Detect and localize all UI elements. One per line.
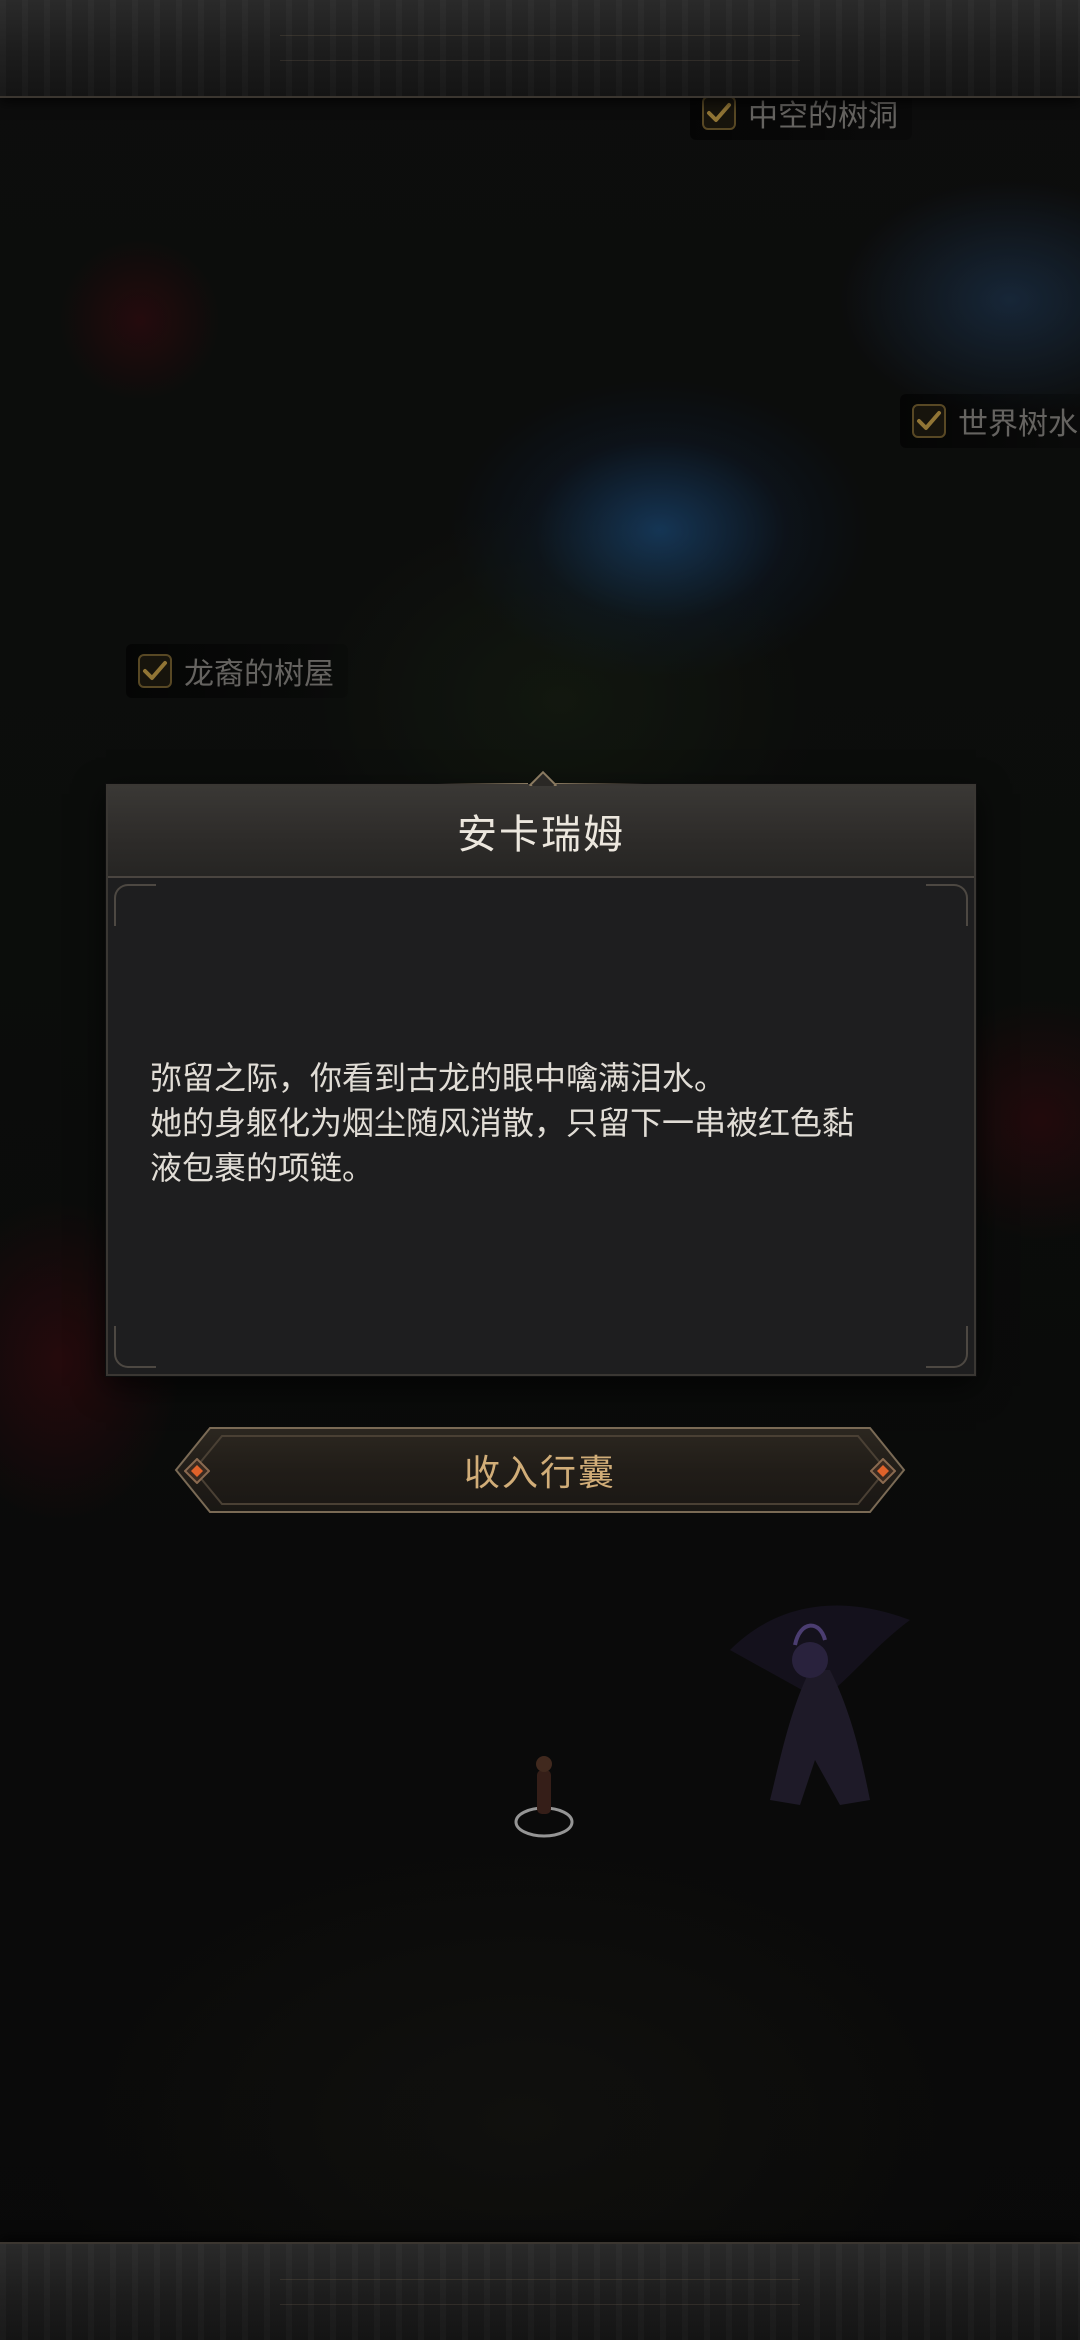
frame-ornament — [280, 2279, 800, 2305]
collect-button-label: 收入行囊 — [463, 1453, 616, 1494]
collect-button[interactable]: 收入行囊 — [170, 1422, 910, 1518]
header-ornament-line — [554, 783, 644, 784]
header-ornament-line — [438, 783, 528, 784]
event-dialog: 安卡瑞姆 弥留之际，你看到古龙的眼中噙满泪水。 她的身躯化为烟尘随风消散，只留下… — [106, 770, 976, 1376]
corner-ornament — [926, 884, 968, 926]
top-frame — [0, 0, 1080, 98]
dialog-body-line: 液包裹的项链。 — [150, 1149, 375, 1187]
dialog-header: 安卡瑞姆 — [108, 786, 974, 878]
game-screen: 中空的树洞 世界树水 龙裔的树屋 安卡瑞姆 弥留之际，你看到古龙的眼中噙满泪水。… — [0, 0, 1080, 2340]
dialog-title: 安卡瑞姆 — [457, 812, 625, 858]
corner-ornament — [114, 884, 156, 926]
dialog-body-line: 弥留之际，你看到古龙的眼中噙满泪水。 — [150, 1059, 727, 1097]
corner-ornament — [926, 1326, 968, 1368]
bottom-frame — [0, 2242, 1080, 2340]
frame-ornament — [280, 35, 800, 61]
dialog-body: 弥留之际，你看到古龙的眼中噙满泪水。 她的身躯化为烟尘随风消散，只留下一串被红色… — [150, 1056, 940, 1191]
dialog-body-line: 她的身躯化为烟尘随风消散，只留下一串被红色黏 — [150, 1104, 855, 1142]
corner-ornament — [114, 1326, 156, 1368]
